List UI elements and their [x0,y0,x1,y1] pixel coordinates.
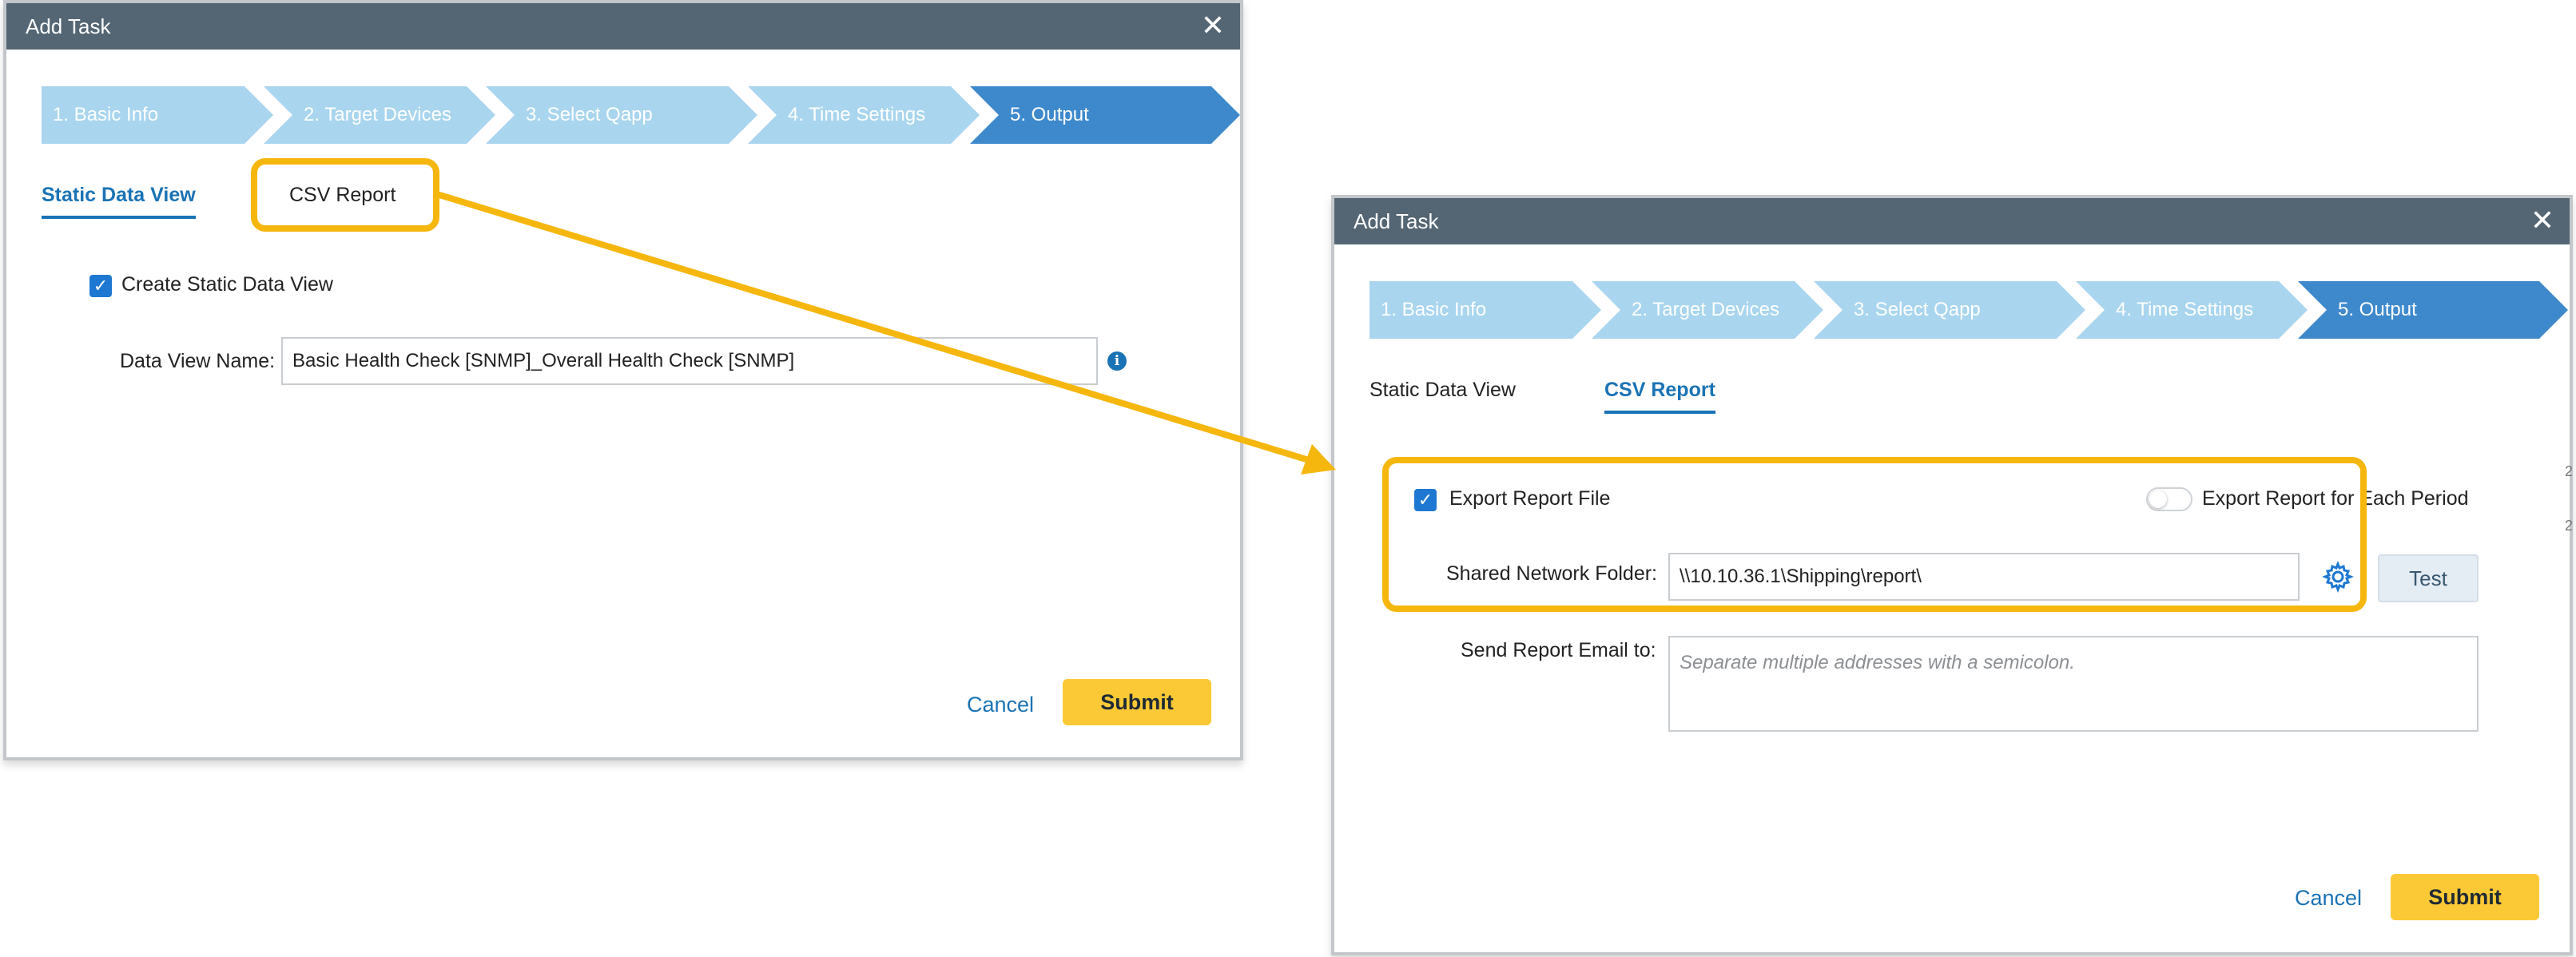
tab-static-data-view[interactable]: Static Data View [1369,375,1516,404]
cancel-button[interactable]: Cancel [967,689,1034,721]
send-email-label: Send Report Email to: [1461,639,1656,661]
checkmark-icon: ✓ [93,276,109,296]
create-static-checkbox[interactable]: ✓ [89,275,112,297]
add-task-dialog-left: Add Task ✕ 1. Basic Info 2. Target Devic… [3,0,1243,760]
step-time-settings[interactable]: 4. Time Settings [2076,281,2308,339]
step-basic-info[interactable]: 1. Basic Info [42,86,273,144]
step-wizard: 1. Basic Info 2. Target Devices 3. Selec… [42,86,1230,144]
dialog-titlebar: Add Task ✕ [6,3,1240,50]
data-view-name-label: Data View Name: [120,350,276,372]
step-select-qapp[interactable]: 3. Select Qapp [1814,281,2085,339]
step-output[interactable]: 5. Output [970,86,1240,144]
tab-csv-report[interactable]: CSV Report [289,181,396,209]
submit-button[interactable]: Submit [2391,874,2539,920]
background-fragment: 2 [2565,518,2574,534]
info-icon[interactable]: i [1107,351,1127,371]
cancel-button[interactable]: Cancel [2295,882,2362,914]
step-wizard: 1. Basic Info 2. Target Devices 3. Selec… [1369,281,2558,339]
data-view-name-input[interactable]: Basic Health Check [SNMP]_Overall Health… [281,337,1098,385]
email-recipients-input[interactable] [1668,636,2479,732]
close-icon[interactable]: ✕ [1197,10,1229,42]
dialog-title: Add Task [1354,209,1439,233]
background-fragment: 2 [2565,463,2574,479]
test-button[interactable]: Test [2378,554,2479,602]
export-report-file-label: Export Report File [1449,487,1611,510]
gear-icon[interactable] [2321,560,2355,594]
step-target-devices[interactable]: 2. Target Devices [264,86,495,144]
dialog-title: Add Task [26,14,111,38]
screenshot-canvas: Add Task ✕ 1. Basic Info 2. Target Devic… [0,0,2576,957]
shared-folder-input[interactable]: \\10.10.36.1\Shipping\report\ [1668,553,2300,601]
step-basic-info[interactable]: 1. Basic Info [1369,281,1601,339]
add-task-dialog-right: Add Task ✕ 1. Basic Info 2. Target Devic… [1331,195,2573,955]
submit-button[interactable]: Submit [1063,679,1211,725]
export-each-period-toggle[interactable] [2146,487,2192,511]
tab-csv-report[interactable]: CSV Report [1604,375,1715,414]
create-static-label: Create Static Data View [121,273,333,296]
step-select-qapp[interactable]: 3. Select Qapp [486,86,757,144]
tab-static-data-view[interactable]: Static Data View [42,181,196,219]
toggle-knob [2149,490,2167,508]
step-target-devices[interactable]: 2. Target Devices [1592,281,1823,339]
shared-folder-label: Shared Network Folder: [1446,562,1658,585]
checkmark-icon: ✓ [1417,490,1433,510]
step-time-settings[interactable]: 4. Time Settings [748,86,980,144]
step-output[interactable]: 5. Output [2298,281,2568,339]
dialog-titlebar: Add Task ✕ [1334,198,2570,244]
export-each-period-label: Export Report for Each Period [2202,487,2469,510]
close-icon[interactable]: ✕ [2526,205,2558,236]
export-report-file-checkbox[interactable]: ✓ [1414,489,1437,511]
